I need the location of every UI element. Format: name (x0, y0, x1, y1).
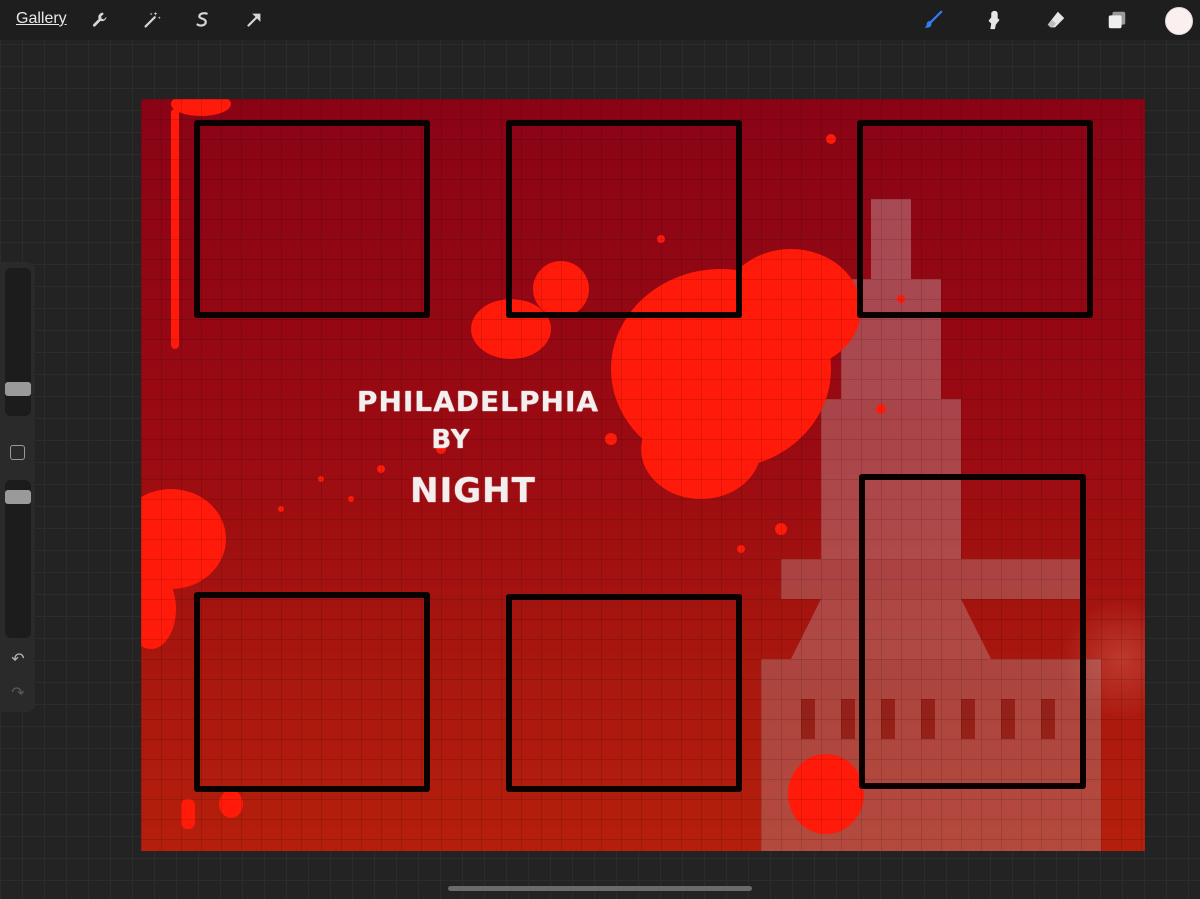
comic-panel[interactable] (857, 120, 1093, 318)
title-line-3: NIGHT (410, 471, 536, 511)
brush-size-knob[interactable] (5, 382, 31, 396)
comic-panel[interactable] (859, 474, 1086, 789)
brush-size-slider[interactable] (5, 268, 31, 416)
home-indicator[interactable] (448, 886, 752, 891)
transform-icon (247, 13, 261, 27)
layers-button[interactable] (1102, 5, 1132, 35)
transform-button[interactable] (239, 5, 269, 35)
brush-icon (924, 10, 943, 28)
layers-icon (1108, 11, 1126, 29)
opacity-knob[interactable] (5, 490, 31, 504)
opacity-slider[interactable] (5, 480, 31, 638)
wrench-icon (92, 12, 107, 27)
comic-panel[interactable] (194, 120, 430, 318)
magic-wand-icon (144, 11, 161, 28)
comic-panel[interactable] (194, 592, 430, 792)
left-sidebar: ↶ ↷ (0, 262, 35, 712)
comic-panel[interactable] (506, 594, 742, 792)
selection-icon (196, 12, 208, 27)
selection-button[interactable] (188, 5, 218, 35)
comic-panel[interactable] (506, 120, 742, 318)
gallery-button[interactable]: Gallery (16, 10, 67, 28)
color-picker-button[interactable] (1165, 7, 1193, 35)
redo-icon[interactable]: ↷ (9, 685, 27, 703)
title-line-2: BY (431, 425, 471, 455)
brush-tool-button[interactable] (918, 5, 948, 35)
undo-icon[interactable]: ↶ (9, 651, 27, 669)
modify-button[interactable] (10, 445, 25, 460)
smudge-icon (988, 10, 1000, 30)
top-toolbar: Gallery (0, 0, 1200, 40)
drawing-canvas[interactable]: PHILADELPHIA BY NIGHT (141, 99, 1145, 851)
smudge-tool-button[interactable] (979, 5, 1009, 35)
eraser-tool-button[interactable] (1041, 5, 1071, 35)
adjustments-button[interactable] (137, 5, 167, 35)
actions-button[interactable] (86, 5, 116, 35)
eraser-icon (1047, 11, 1065, 28)
title-line-1: PHILADELPHIA (356, 385, 600, 418)
